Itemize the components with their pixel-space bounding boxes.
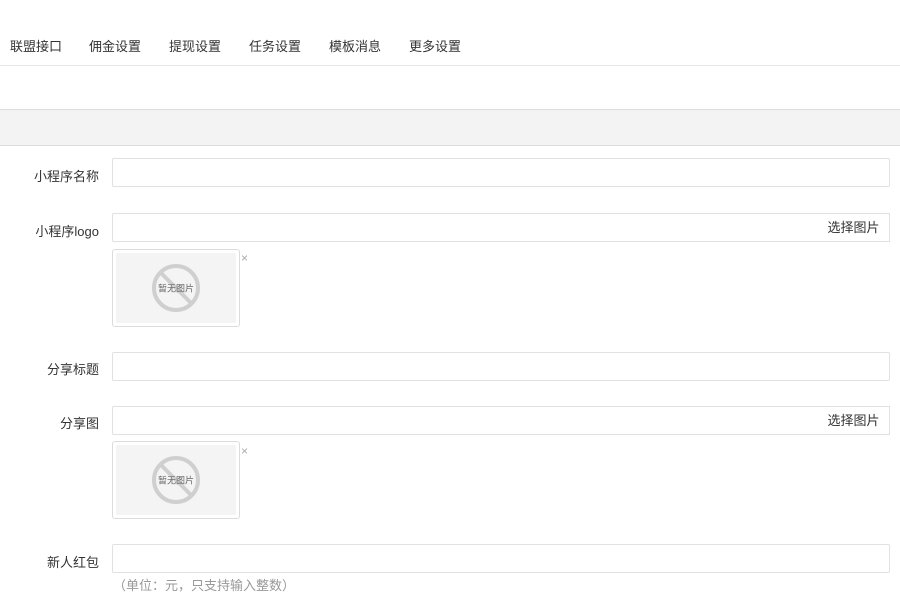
share-image-label: 分享图 [59, 416, 99, 431]
new-user-redpacket-input[interactable] [112, 544, 890, 573]
no-image-icon: 暂无图片 [152, 456, 200, 504]
share-image-input[interactable] [112, 406, 819, 435]
redpacket-unit-hint: （单位：元，只支持输入整数） [113, 578, 296, 593]
tab-union-api[interactable]: 联盟接口 [10, 36, 62, 55]
share-image-remove-icon[interactable]: × [241, 445, 248, 457]
app-logo-select-image-button[interactable]: 选择图片 [818, 213, 890, 242]
app-name-label: 小程序名称 [33, 169, 99, 184]
new-user-redpacket-label: 新人红包 [46, 555, 99, 570]
no-image-icon: 暂无图片 [152, 264, 200, 312]
share-title-input[interactable] [112, 352, 890, 381]
tab-more-settings[interactable]: 更多设置 [409, 36, 461, 55]
share-image-select-image-button[interactable]: 选择图片 [818, 406, 890, 435]
tab-withdraw-settings[interactable]: 提现设置 [169, 36, 221, 55]
section-header-bar [0, 109, 900, 146]
tab-task-settings[interactable]: 任务设置 [249, 36, 301, 55]
app-name-input[interactable] [112, 158, 890, 187]
app-logo-input[interactable] [112, 213, 819, 242]
app-logo-remove-icon[interactable]: × [241, 252, 248, 264]
app-logo-preview: 暂无图片 [112, 249, 240, 327]
no-image-text: 暂无图片 [158, 475, 194, 486]
app-logo-label: 小程序logo [35, 224, 99, 239]
no-image-text: 暂无图片 [158, 283, 194, 294]
tab-template-messages[interactable]: 模板消息 [329, 36, 381, 55]
share-image-preview: 暂无图片 [112, 441, 240, 519]
tab-commission-settings[interactable]: 佣金设置 [89, 36, 141, 55]
settings-tab-bar: 联盟接口 佣金设置 提现设置 任务设置 模板消息 更多设置 [0, 0, 900, 66]
share-title-label: 分享标题 [46, 362, 99, 377]
